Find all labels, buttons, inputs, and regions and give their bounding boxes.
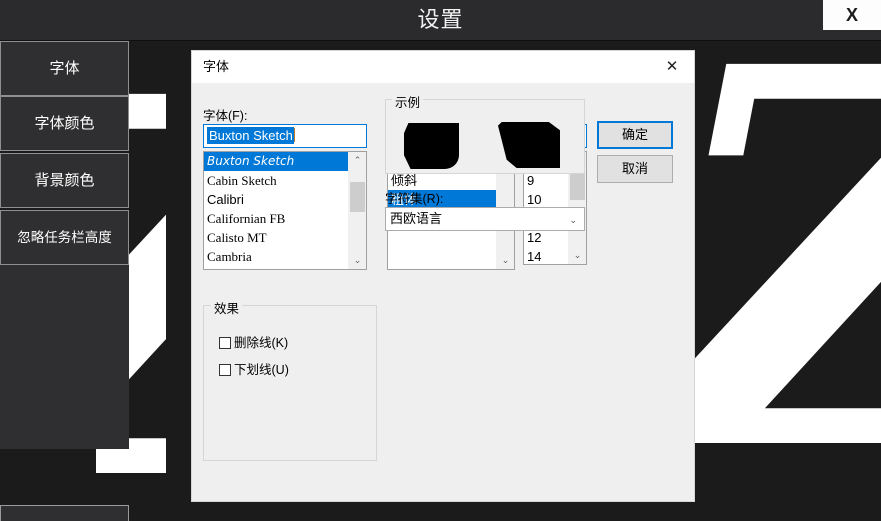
page-title: 设置 [0,0,881,40]
underline-checkbox[interactable]: 下划线(U) [219,359,289,378]
list-item[interactable]: Californian FB [204,209,349,228]
underline-label: 下划线(U) [234,363,289,377]
font-family-listbox[interactable]: Buxton Sketch Cabin Sketch Calibri Calif… [203,151,367,270]
scroll-up-icon[interactable]: ⌃ [349,152,366,169]
font-family-input-value: Buxton Sketch [207,127,294,144]
ok-button[interactable]: 确定 [597,121,673,149]
list-item[interactable]: Cabin Sketch [204,171,349,190]
effects-groupbox: 效果 删除线(K) 下划线(U) [203,305,377,461]
strikeout-label: 删除线(K) [234,336,288,350]
checkbox-icon[interactable] [219,337,231,349]
text-caret [294,128,295,142]
scrollbar-thumb[interactable] [570,174,585,200]
list-item[interactable]: Calibri [204,190,349,209]
close-icon[interactable]: ✕ [650,51,694,83]
checkbox-icon[interactable] [219,364,231,376]
sample-group-label: 示例 [392,92,423,111]
close-button[interactable]: X [823,0,881,30]
sidebar-item-font-color[interactable]: 字体颜色 [0,96,129,151]
effects-group-label: 效果 [211,298,242,317]
list-item[interactable]: Calisto MT [204,228,349,247]
sidebar: 字体 字体颜色 背景颜色 忽略任务栏高度 确定 [0,41,130,521]
sidebar-filler [0,265,129,449]
cancel-button[interactable]: 取消 [597,155,673,183]
script-combobox[interactable]: 西欧语言 ⌄ [385,207,585,231]
app-titlebar: 设置 [0,0,881,41]
chevron-down-icon[interactable]: ⌄ [569,208,577,230]
dialog-titlebar: 字体 ✕ [192,51,694,83]
scrollbar-thumb[interactable] [350,182,365,212]
scroll-down-icon[interactable]: ⌄ [569,247,586,264]
font-family-label: 字体(F): [203,105,247,124]
sidebar-item-ignore-taskbar-height[interactable]: 忽略任务栏高度 [0,210,129,265]
strikeout-checkbox[interactable]: 删除线(K) [219,332,288,351]
list-item[interactable]: Buxton Sketch [204,152,349,171]
sample-glyph-a [404,123,459,169]
list-item[interactable]: Cambria [204,247,349,266]
script-combobox-value: 西欧语言 [390,211,442,226]
dialog-body: 字体(F): Buxton Sketch Buxton Sketch Cabin… [192,83,694,501]
scroll-down-icon[interactable]: ⌄ [349,252,366,269]
sidebar-item-background-color[interactable]: 背景颜色 [0,153,129,208]
font-family-input[interactable]: Buxton Sketch [203,124,367,148]
font-family-list-items: Buxton Sketch Cabin Sketch Calibri Calif… [204,152,349,269]
list-item[interactable]: 14 [524,247,569,264]
font-dialog: 字体 ✕ 字体(F): Buxton Sketch Buxton Sketch … [192,51,694,501]
sidebar-item-font[interactable]: 字体 [0,41,129,96]
sidebar-confirm-button[interactable]: 确定 [0,505,129,521]
list-item[interactable]: Cambria Math [204,266,349,269]
dialog-title: 字体 [203,51,229,83]
scroll-down-icon[interactable]: ⌄ [497,252,514,269]
sample-glyph-b [498,122,560,168]
font-family-scrollbar[interactable]: ⌃ ⌄ [348,152,366,269]
script-label: 字符集(R): [385,188,443,207]
